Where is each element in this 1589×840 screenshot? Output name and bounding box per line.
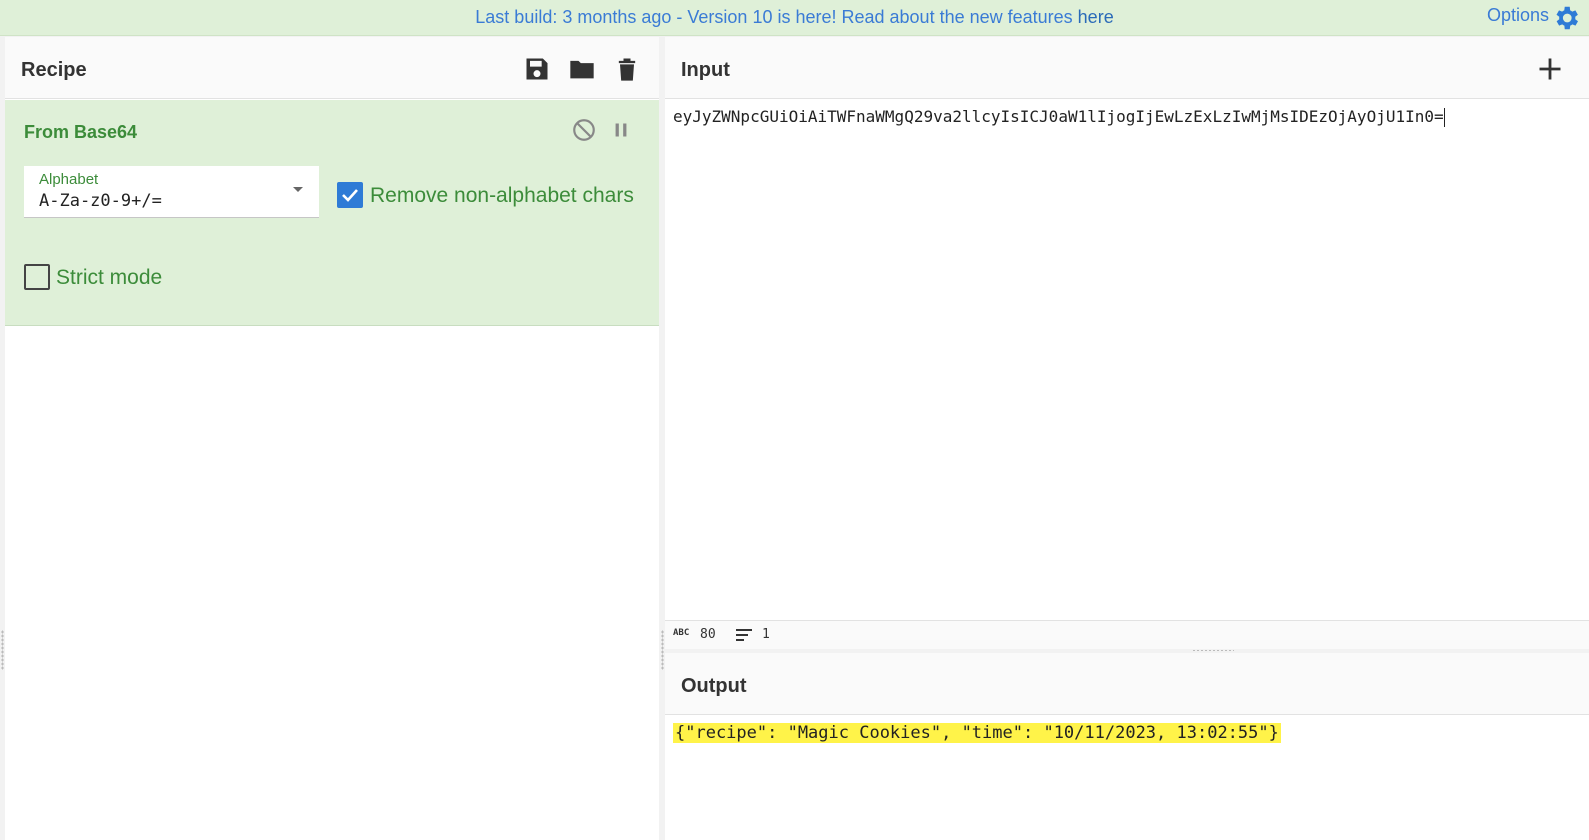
lines-icon xyxy=(736,629,752,641)
operation-title: From Base64 xyxy=(24,122,138,142)
banner-message: Last build: 3 months ago - Version 10 is… xyxy=(0,7,1589,28)
output-title: Output xyxy=(681,675,747,697)
left-resize-handle[interactable] xyxy=(1,630,4,670)
text-cursor xyxy=(1443,108,1445,127)
input-text: eyJyZWNpcGUiOiAiTWFnaWMgQ29va2llcyIsICJ0… xyxy=(673,107,1444,126)
length-icon: ABC xyxy=(673,628,690,638)
save-icon[interactable] xyxy=(523,55,551,83)
trash-icon[interactable] xyxy=(613,55,641,83)
remove-non-alphabet-checkbox[interactable] xyxy=(337,182,363,208)
check-icon xyxy=(342,189,358,202)
input-textarea[interactable]: eyJyZWNpcGUiOiAiTWFnaWMgQ29va2llcyIsICJ0… xyxy=(673,107,1445,127)
input-title: Input xyxy=(681,59,730,81)
recipe-title: Recipe xyxy=(21,59,87,81)
remove-non-alphabet-label[interactable]: Remove non-alphabet chars xyxy=(370,184,634,208)
input-status-bar: ABC 80 1 xyxy=(665,620,1589,649)
output-header: Output xyxy=(665,653,1589,715)
strict-mode-checkbox[interactable] xyxy=(24,264,50,290)
options-label: Options xyxy=(1486,5,1549,25)
banner-text: Last build: 3 months ago - Version 10 is… xyxy=(475,7,1078,27)
lines-value: 1 xyxy=(762,627,770,642)
gear-icon[interactable] xyxy=(1551,3,1581,33)
folder-icon[interactable] xyxy=(568,55,596,83)
chevron-down-icon xyxy=(293,187,303,192)
from-base64-operation[interactable]: From Base64 Alphabet A-Za-z0-9+/= Remove… xyxy=(5,100,659,326)
recipe-panel: Recipe From Base64 Alphabet A-Za-z0-9+/= xyxy=(5,37,659,840)
add-icon[interactable] xyxy=(1536,55,1564,83)
strict-mode-label[interactable]: Strict mode xyxy=(56,266,162,290)
disable-icon[interactable] xyxy=(571,117,597,143)
options-button[interactable]: Options xyxy=(1487,5,1549,26)
output-panel: Output {"recipe": "Magic Cookies", "time… xyxy=(665,653,1589,840)
length-value: 80 xyxy=(700,627,716,642)
output-text[interactable]: {"recipe": "Magic Cookies", "time": "10/… xyxy=(673,723,1281,743)
input-panel: Input eyJyZWNpcGUiOiAiTWFnaWMgQ29va2llcy… xyxy=(665,37,1589,649)
features-link[interactable]: here xyxy=(1078,7,1114,27)
pause-icon[interactable] xyxy=(608,117,634,143)
alphabet-value: A-Za-z0-9+/= xyxy=(39,191,162,211)
panel-resize-handle[interactable] xyxy=(661,630,664,670)
top-banner: Last build: 3 months ago - Version 10 is… xyxy=(0,0,1589,36)
alphabet-label: Alphabet xyxy=(39,171,99,188)
alphabet-select[interactable]: Alphabet A-Za-z0-9+/= xyxy=(24,166,319,218)
io-resize-handle[interactable] xyxy=(1192,649,1234,652)
recipe-header: Recipe xyxy=(5,37,659,99)
input-header: Input xyxy=(665,37,1589,99)
